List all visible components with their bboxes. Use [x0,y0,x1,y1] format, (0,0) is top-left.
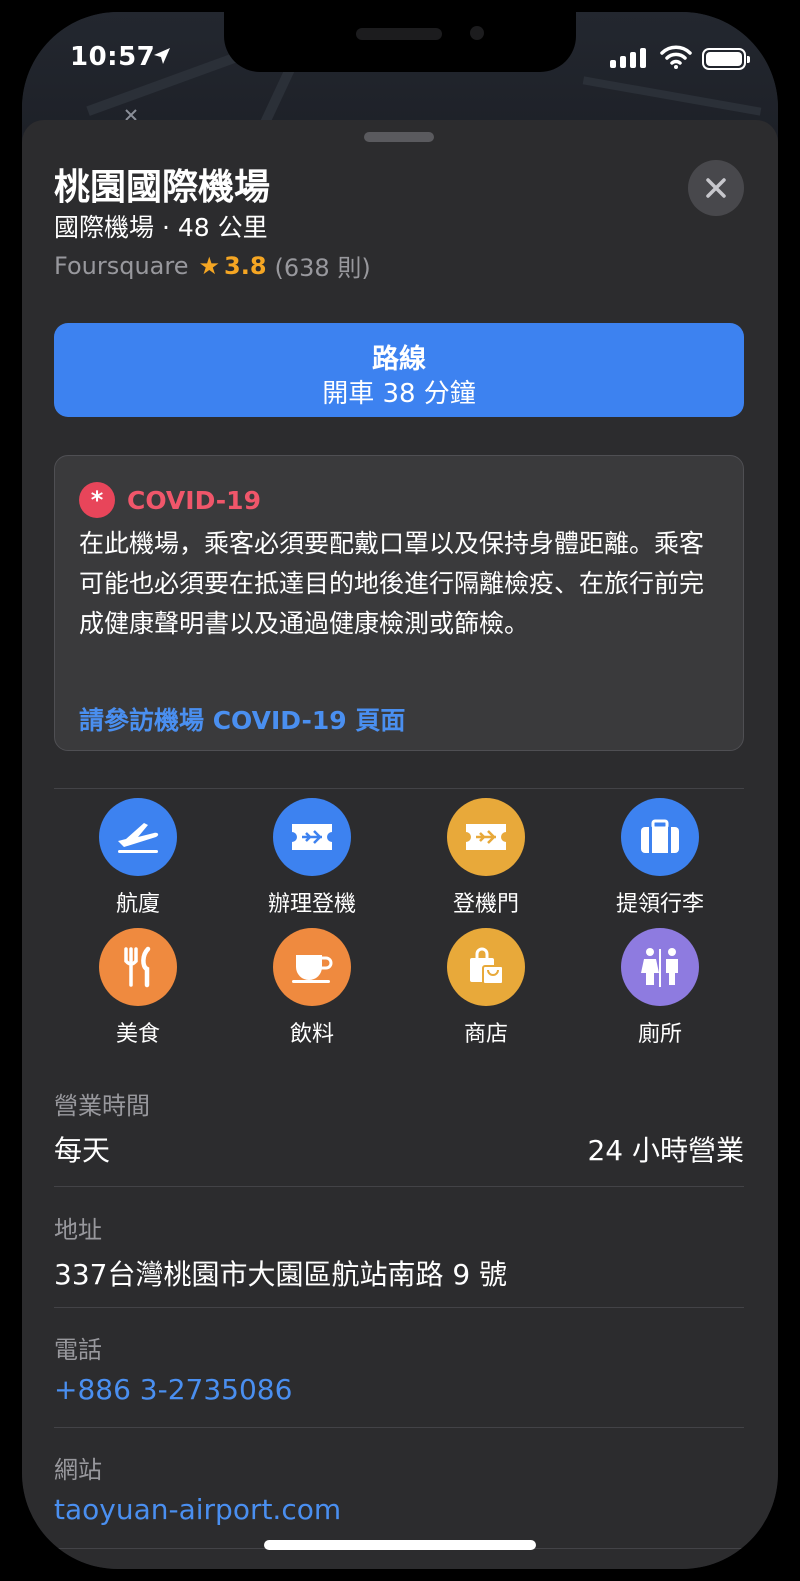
category-label: 航廈 [115,892,160,917]
wifi-icon [660,45,692,69]
divider [54,1427,744,1428]
ticket-icon [292,824,332,850]
category-food[interactable]: 美食 [50,928,226,1048]
shopping-bag-icon [470,947,504,985]
website-link[interactable]: taoyuan-airport.com [54,1493,744,1526]
category-baggage-claim[interactable]: 提領行李 [572,798,748,918]
status-time: 10:57 [70,42,156,72]
covid-title: COVID-19 [127,485,261,515]
covid-body: 在此機場，乘客必須要配戴口罩以及保持身體距離。乘客可能也必須要在抵達目的地後進行… [79,529,705,638]
asterisk-icon: * [79,482,115,518]
rating-score: 3.8 [224,251,267,280]
directions-label: 路線 [372,344,426,375]
directions-button[interactable]: 路線 開車 38 分鐘 [54,323,744,417]
fork-knife-icon [124,946,151,988]
phone-section[interactable]: 電話 +886 3-2735086 [54,1330,744,1406]
address-label: 地址 [54,1216,102,1244]
close-button[interactable] [688,160,744,216]
suitcase-icon [641,819,679,853]
hours-section[interactable]: 營業時間 每天 24 小時營業 [54,1086,744,1169]
category-label: 飲料 [289,1022,334,1047]
category-label: 美食 [115,1022,160,1047]
address-section[interactable]: 地址 337台灣桃園市大園區航站南路 9 號 [54,1210,744,1293]
category-gate[interactable]: 登機門 [398,798,574,918]
category-terminal[interactable]: 航廈 [50,798,226,918]
hours-label: 營業時間 [54,1092,150,1120]
category-label: 提領行李 [615,892,704,917]
address-value: 337台灣桃園市大園區航站南路 9 號 [54,1258,508,1291]
divider [54,1307,744,1308]
restroom-icon [641,948,678,987]
hours-day: 每天 [54,1134,111,1167]
cup-icon [292,955,333,983]
close-icon [706,178,726,198]
ticket-icon [466,824,506,850]
rating-line[interactable]: Foursquare ★ 3.8 (638 則) [54,248,371,283]
place-card-sheet: 桃園國際機場 國際機場 · 48 公里 Foursquare ★ 3.8 (63… [22,120,778,1569]
divider [54,1186,744,1187]
website-section[interactable]: 網站 taoyuan-airport.com [54,1450,744,1526]
covid-card: * COVID-19 在此機場，乘客必須要配戴口罩以及保持身體距離。乘客可能也必… [54,455,744,751]
category-shops[interactable]: 商店 [398,928,574,1048]
home-indicator[interactable] [264,1540,536,1550]
cellular-signal-icon [610,48,646,68]
star-icon: ★ [198,251,220,280]
phone-screen: 10:57 桃園國際機場 國際機場 · 48 公里 Foursquare ★ 3… [22,12,778,1569]
category-drinks[interactable]: 飲料 [224,928,400,1048]
device-notch [224,12,576,72]
category-label: 登機門 [452,892,519,917]
plane-icon [118,823,159,853]
location-arrow-icon [154,48,170,64]
place-title: 桃園國際機場 [54,167,271,208]
sheet-grabber[interactable] [364,132,434,142]
website-label: 網站 [54,1456,102,1484]
hours-time: 24 小時營業 [587,1134,744,1167]
covid-page-link[interactable]: 請參訪機場 COVID-19 頁面 [79,701,405,737]
phone-label: 電話 [54,1336,102,1364]
rating-source: Foursquare [54,251,189,280]
battery-icon [702,48,750,70]
category-label: 辦理登機 [267,892,356,917]
directions-detail: 開車 38 分鐘 [322,379,476,409]
category-label: 商店 [463,1022,508,1047]
category-checkin[interactable]: 辦理登機 [224,798,400,918]
category-restrooms[interactable]: 廁所 [572,928,748,1048]
divider [54,788,744,789]
phone-link[interactable]: +886 3-2735086 [54,1373,744,1406]
place-subtitle: 國際機場 · 48 公里 [54,213,268,242]
rating-count: (638 則) [274,254,371,282]
category-label: 廁所 [637,1022,682,1047]
